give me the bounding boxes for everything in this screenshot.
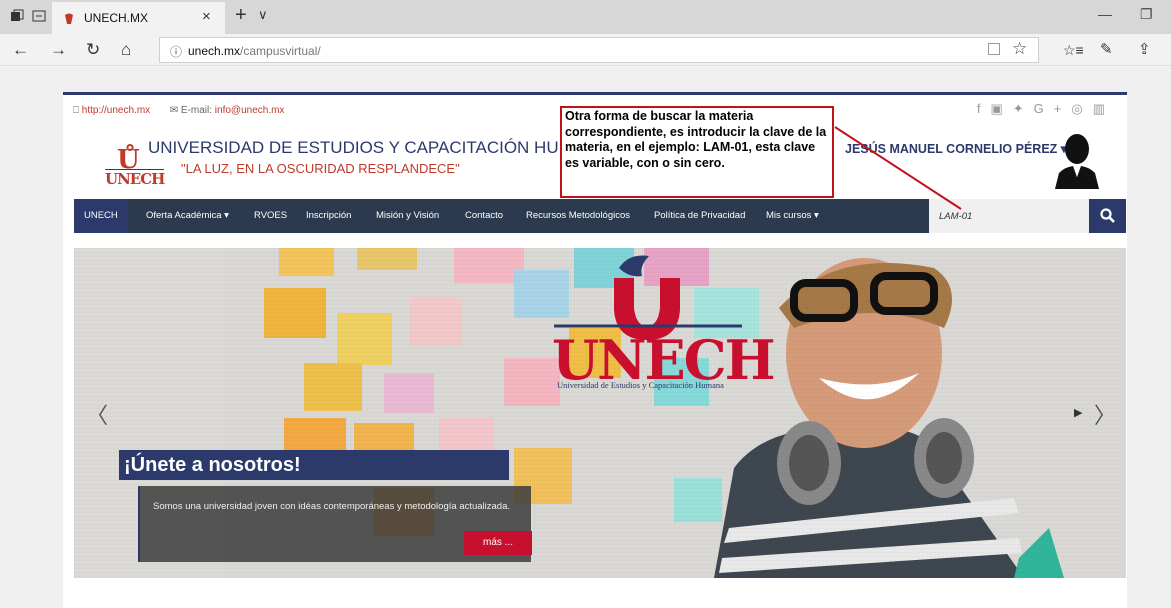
menu-item-rvoes[interactable]: RVOES: [244, 199, 297, 233]
envelope-icon: ✉: [169, 105, 179, 116]
forward-arrow-icon[interactable]: →: [50, 40, 67, 60]
top-info-bar: ⎕ http://unech.mx ✉ E-mail: info@unech.m…: [73, 105, 284, 116]
menu-item-contacto[interactable]: Contacto: [455, 199, 513, 233]
university-motto: "LA LUZ, EN LA OSCURIDAD RESPLANDECE": [181, 161, 460, 176]
slider-prev-icon[interactable]: 〈: [86, 398, 108, 430]
chevron-down-icon[interactable]: ∨: [258, 7, 268, 23]
web-content-area: ⎕ http://unech.mx ✉ E-mail: info@unech.m…: [0, 67, 1171, 608]
close-tab-icon[interactable]: ×: [202, 8, 211, 25]
slide-caption-text: Somos una universidad joven con idéas co…: [153, 501, 511, 512]
facebook-icon[interactable]: f: [977, 101, 991, 116]
set-aside-tabs-icon[interactable]: [32, 9, 46, 23]
browser-tab[interactable]: UNECH.MX ×: [52, 2, 225, 34]
browser-navigation-bar: ← → ↻ ⌂ ⓘ unech.mx/campusvirtual/ ☆ ☆≡ ✎…: [0, 34, 1171, 66]
tab-actions-icon[interactable]: [10, 9, 24, 23]
user-avatar-icon[interactable]: [1053, 133, 1101, 189]
menu-item-mis-cursos[interactable]: Mis cursos ▾: [756, 199, 829, 233]
tab-title: UNECH.MX: [84, 11, 149, 25]
more-button[interactable]: más ...: [464, 531, 532, 555]
menu-item-privacidad[interactable]: Política de Privacidad: [644, 199, 755, 233]
url-text: unech.mx/campusvirtual/: [188, 44, 321, 58]
back-arrow-icon[interactable]: ←: [12, 40, 29, 60]
slide-logo-subtitle: Universidad de Estudios y Capacitación H…: [557, 380, 724, 390]
menu-item-oferta-academica[interactable]: Oferta Académica ▾: [136, 199, 239, 233]
menu-item-inscripcion[interactable]: Inscripción: [296, 199, 361, 233]
unech-page: ⎕ http://unech.mx ✉ E-mail: info@unech.m…: [63, 92, 1127, 608]
favorites-hub-icon[interactable]: ☆≡: [1063, 42, 1084, 59]
refresh-icon[interactable]: ↻: [86, 40, 100, 60]
url-host: unech.mx: [188, 44, 241, 58]
email-link[interactable]: info@unech.mx: [215, 105, 285, 116]
share-icon[interactable]: ⇪: [1138, 40, 1151, 58]
flickr-icon[interactable]: ▣: [990, 101, 1012, 116]
unech-favicon-icon: [65, 13, 73, 24]
instagram-icon[interactable]: ◎: [1071, 101, 1092, 116]
web-note-pen-icon[interactable]: ✎: [1100, 40, 1113, 58]
slider-next-icon[interactable]: 〉: [1094, 398, 1116, 430]
social-icons: f▣✦G+◎▥: [977, 101, 1115, 117]
menu-item-recursos[interactable]: Recursos Metodológicos: [516, 199, 640, 233]
twitter-icon[interactable]: ✦: [1013, 101, 1034, 116]
reading-view-icon[interactable]: [988, 43, 1000, 55]
url-path: /campusvirtual/: [240, 44, 321, 58]
hero-slider: UNECH Universidad de Estudios y Capacita…: [74, 248, 1126, 578]
search-icon: [1100, 208, 1115, 223]
link-icon: ⎕: [73, 105, 79, 116]
university-name: UNIVERSIDAD DE ESTUDIOS Y CAPACITACIÓN H…: [148, 138, 608, 157]
website-link[interactable]: http://unech.mx: [82, 105, 150, 116]
new-tab-icon[interactable]: +: [235, 4, 247, 27]
address-bar[interactable]: ⓘ unech.mx/campusvirtual/ ☆: [159, 37, 1039, 63]
search-button[interactable]: [1089, 199, 1126, 233]
menu-item-unech[interactable]: UNECH: [74, 199, 128, 233]
slider-play-icon[interactable]: ▶: [1074, 406, 1082, 419]
slide-caption-box: Somos una universidad joven con idéas co…: [138, 486, 532, 562]
annotation-callout: Otra forma de buscar la materia correspo…: [560, 106, 834, 198]
favorite-star-icon[interactable]: ☆: [1012, 39, 1027, 59]
youtube-icon[interactable]: ▥: [1093, 101, 1115, 116]
annotation-pointer-line: [834, 126, 962, 210]
unech-logo[interactable]: Ů UNECH: [105, 139, 165, 188]
logo-text: UNECH: [105, 169, 165, 188]
menu-item-mision-vision[interactable]: Misión y Visión: [366, 199, 449, 233]
browser-tab-bar: UNECH.MX × + ∨ — ❐: [0, 0, 1171, 34]
site-info-icon[interactable]: ⓘ: [170, 43, 182, 60]
minimize-icon[interactable]: —: [1098, 6, 1112, 22]
email-label: E-mail:: [180, 105, 213, 116]
slide-heading: ¡Únete a nosotros!: [119, 450, 509, 480]
google-plus-icon[interactable]: G+: [1034, 101, 1072, 116]
home-icon[interactable]: ⌂: [121, 40, 131, 60]
restore-icon[interactable]: ❐: [1140, 6, 1153, 23]
